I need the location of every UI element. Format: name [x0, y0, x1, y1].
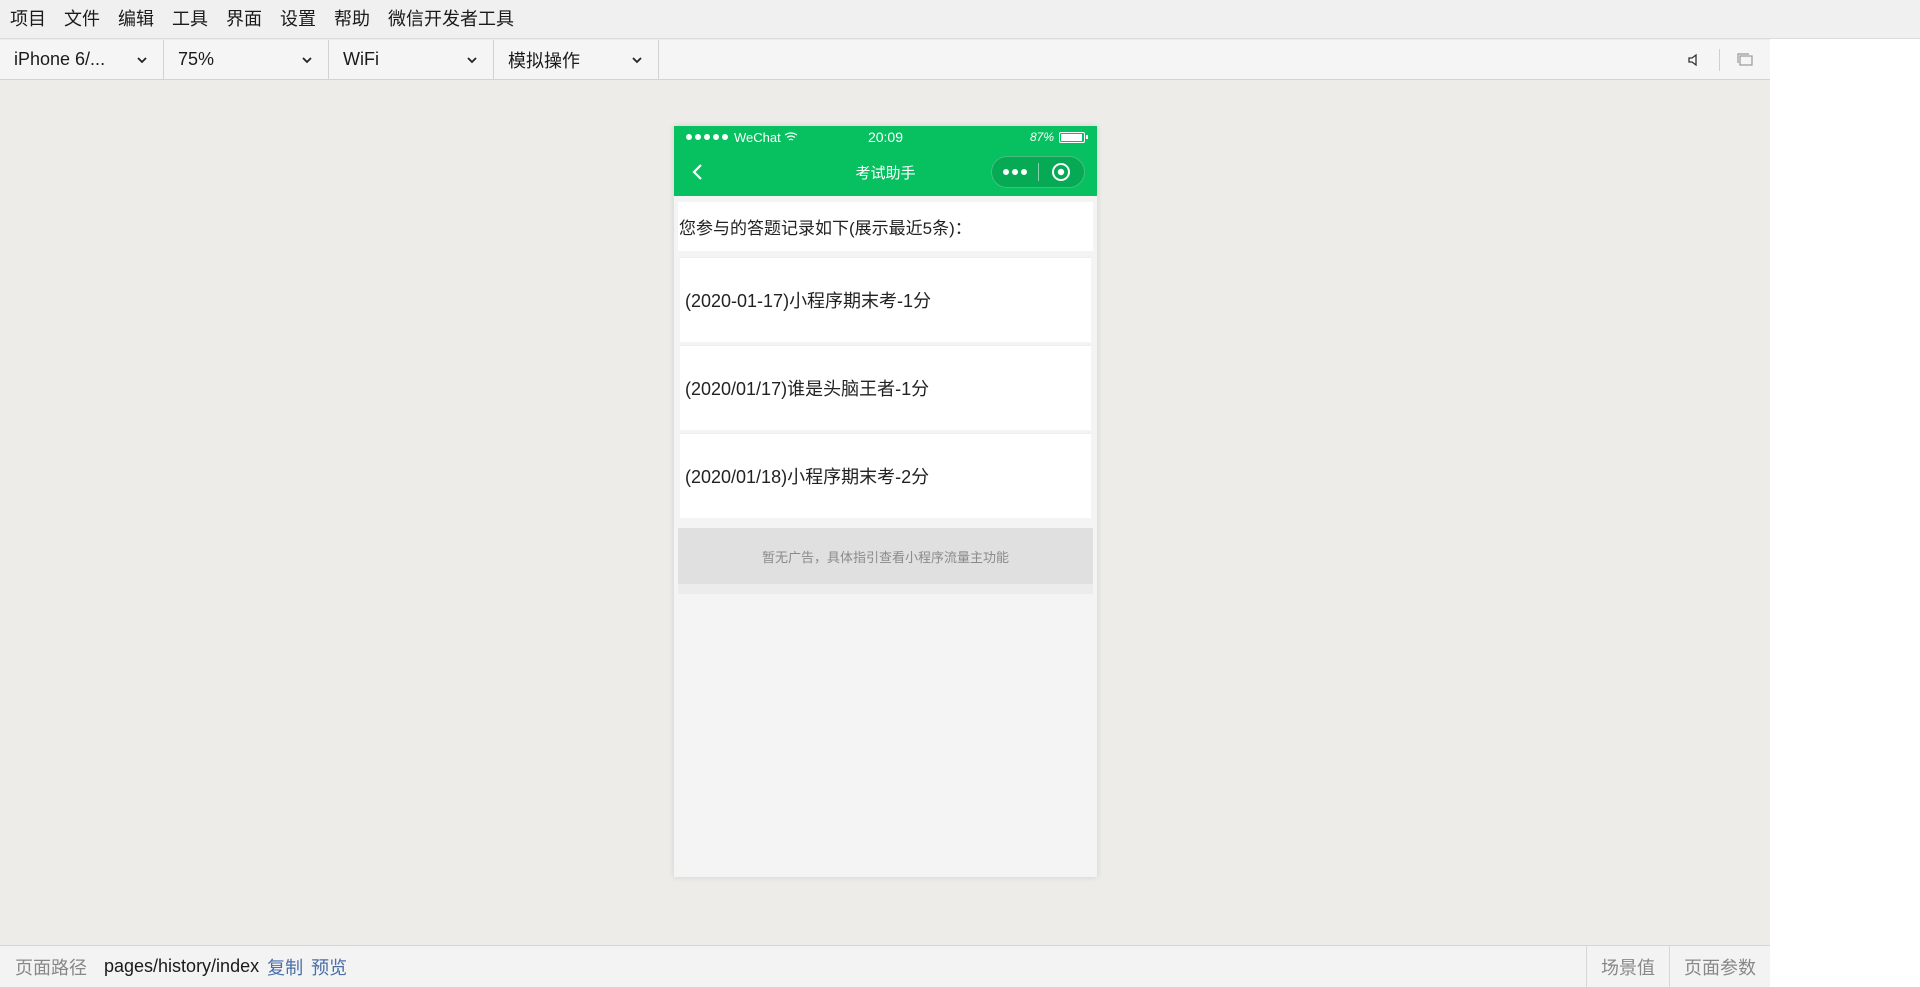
preview-link[interactable]: 预览 — [311, 954, 347, 980]
page-title: 考试助手 — [855, 164, 916, 182]
chevron-down-icon — [137, 56, 147, 63]
bottom-status-bar: 页面路径 pages/history/index 复制 预览 场景值 页面参数 — [0, 945, 1770, 987]
menu-item-tools[interactable]: 工具 — [166, 0, 214, 39]
back-arrow-icon[interactable] — [688, 162, 708, 182]
page-path-value: pages/history/index — [104, 956, 260, 976]
menu-item-help[interactable]: 帮助 — [328, 0, 376, 39]
network-select[interactable]: WiFi — [329, 40, 494, 79]
clock: 20:09 — [867, 129, 904, 145]
chevron-down-icon — [302, 56, 312, 63]
ad-placeholder: 暂无广告，具体指引查看小程序流量主功能 — [678, 528, 1093, 594]
simulator-toolbar: iPhone 6/... 75% WiFi 模拟操作 — [0, 40, 1770, 80]
capsule-menu — [991, 156, 1085, 188]
record-item[interactable]: (2020/01/18)小程序期末考-2分 — [680, 433, 1091, 518]
zoom-select-value: 75% — [178, 49, 215, 69]
menu-item-settings[interactable]: 设置 — [274, 0, 322, 39]
chevron-down-icon — [632, 56, 642, 63]
phone-status-bar: WeChat 20:09 87% — [674, 126, 1097, 148]
navigation-bar: 考试助手 — [674, 148, 1097, 196]
window-icon[interactable] — [1734, 49, 1756, 71]
speaker-icon[interactable] — [1683, 49, 1705, 71]
menu-item-project[interactable]: 项目 — [4, 0, 52, 39]
page-content: 您参与的答题记录如下(展示最近5条)： (2020-01-17)小程序期末考-1… — [674, 202, 1097, 594]
more-dots-icon[interactable] — [992, 157, 1038, 187]
simulate-select[interactable]: 模拟操作 — [494, 40, 659, 79]
battery-icon — [1059, 131, 1088, 143]
menu-item-edit[interactable]: 编辑 — [112, 0, 160, 39]
page-params-button[interactable]: 页面参数 — [1669, 946, 1770, 987]
menu-item-file[interactable]: 文件 — [58, 0, 106, 39]
bottom-right-buttons: 场景值 页面参数 — [1586, 946, 1770, 987]
zoom-select[interactable]: 75% — [164, 40, 329, 79]
record-item[interactable]: (2020-01-17)小程序期末考-1分 — [680, 257, 1091, 342]
toolbar-divider — [1719, 48, 1720, 71]
menu-item-devtools[interactable]: 微信开发者工具 — [382, 0, 520, 39]
record-item[interactable]: (2020/01/17)谁是头脑王者-1分 — [680, 345, 1091, 430]
records-header: 您参与的答题记录如下(展示最近5条)： — [678, 202, 1093, 251]
toolbar-right — [1683, 40, 1770, 79]
phone-simulator: WeChat 20:09 87% 考试助手 您参与的答题记录如下(展示最近5条)… — [674, 126, 1097, 877]
close-target-icon[interactable] — [1039, 157, 1085, 187]
scene-value-button[interactable]: 场景值 — [1586, 946, 1669, 987]
device-select-value: iPhone 6/... — [14, 49, 106, 69]
network-select-value: WiFi — [343, 49, 379, 69]
device-select[interactable]: iPhone 6/... — [0, 40, 164, 79]
copy-link[interactable]: 复制 — [267, 954, 303, 980]
menubar: 项目 文件 编辑 工具 界面 设置 帮助 微信开发者工具 — [0, 0, 1920, 39]
menu-item-interface[interactable]: 界面 — [220, 0, 268, 39]
page-path-label: 页面路径 — [15, 957, 87, 978]
chevron-down-icon — [467, 56, 477, 63]
simulate-select-value: 模拟操作 — [508, 50, 580, 71]
